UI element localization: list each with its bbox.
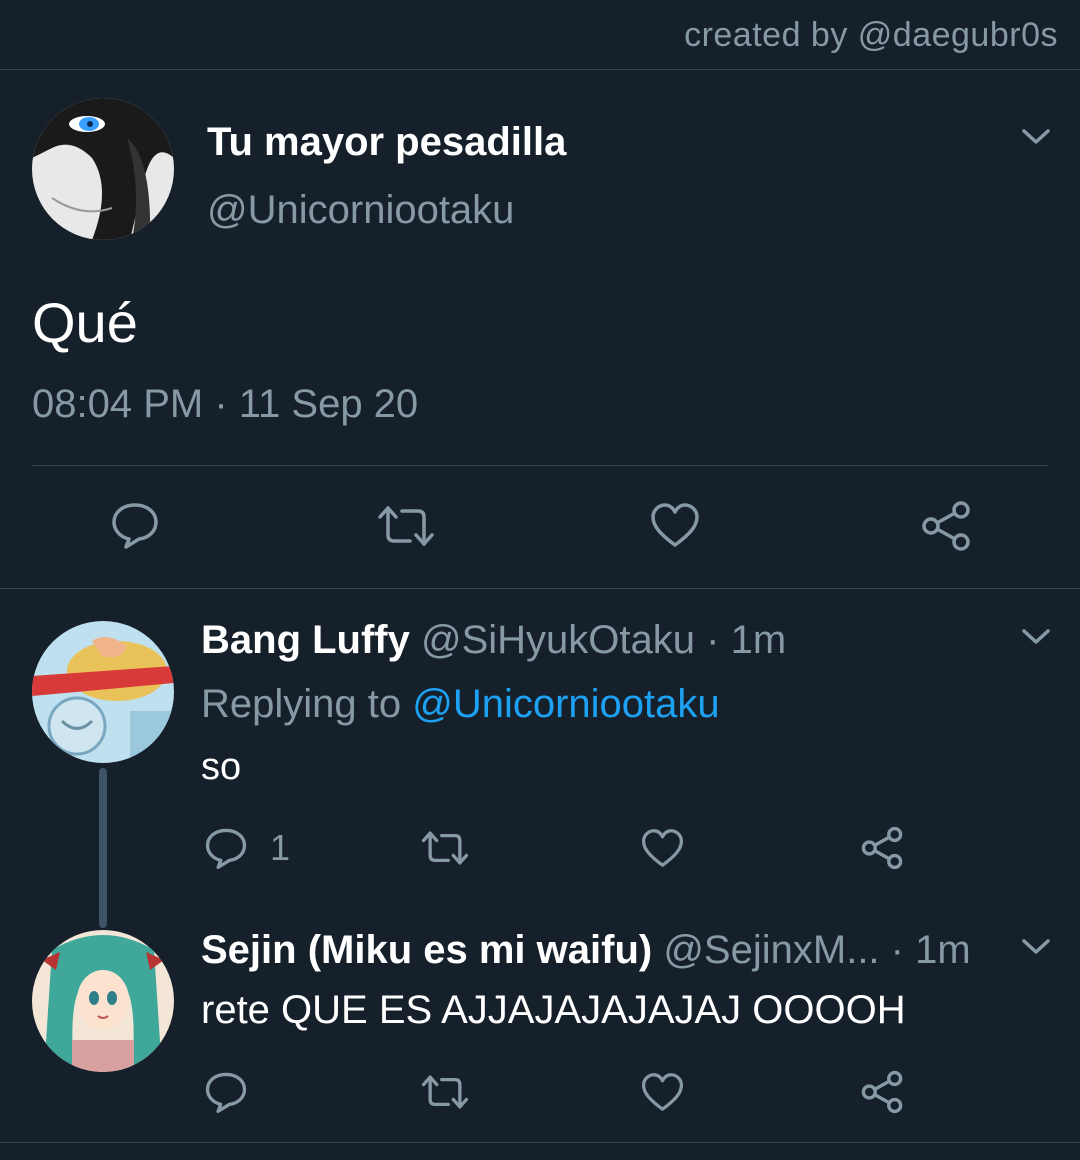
- retweet-icon: [421, 1075, 469, 1109]
- reply-header: Sejin (Miku es mi waifu) @SejinxM... · 1…: [201, 928, 971, 973]
- like-button[interactable]: [650, 502, 700, 548]
- replying-to-link[interactable]: @Unicorniootaku: [412, 682, 719, 726]
- like-button[interactable]: [641, 828, 684, 868]
- like-icon: [641, 1073, 684, 1111]
- replying-prefix: Replying to: [201, 682, 413, 726]
- like-button[interactable]: [641, 1072, 684, 1112]
- thread-line: [99, 768, 107, 928]
- retweet-button[interactable]: [420, 829, 470, 867]
- replying-to-line: Replying to @Unicorniootaku: [201, 682, 720, 727]
- like-icon: [651, 503, 699, 547]
- credit-text: created by @daegubr0s: [684, 16, 1058, 54]
- reply-button[interactable]: 1: [204, 826, 290, 870]
- reply-text: so: [201, 746, 242, 788]
- reply-icon: [205, 828, 247, 870]
- bottom-divider: [0, 1142, 1080, 1143]
- reply-icon: [205, 1072, 247, 1114]
- main-tweet-avatar[interactable]: [32, 98, 174, 240]
- reply-avatar[interactable]: [32, 621, 174, 763]
- main-tweet-timestamp: 08:04 PM · 11 Sep 20: [32, 382, 419, 426]
- retweet-icon: [421, 831, 469, 865]
- main-tweet-divider: [32, 465, 1048, 466]
- retweet-icon: [378, 506, 434, 546]
- share-button[interactable]: [920, 500, 972, 552]
- main-tweet-display-name[interactable]: Tu mayor pesadilla: [207, 120, 566, 165]
- chevron-down-icon[interactable]: [1016, 122, 1056, 152]
- reply-count: 1: [270, 827, 291, 868]
- reply-icon: [112, 503, 158, 549]
- section-divider: [0, 588, 1080, 589]
- like-icon: [641, 829, 684, 867]
- main-tweet-text: Qué: [32, 291, 138, 354]
- chevron-down-icon[interactable]: [1016, 932, 1056, 962]
- chevron-down-icon[interactable]: [1016, 622, 1056, 652]
- retweet-button[interactable]: [420, 1073, 470, 1111]
- reply-handle-time[interactable]: @SiHyukOtaku · 1m: [421, 618, 786, 662]
- reply-text: rete QUE ES AJJAJAJAJAJAJ OOOOH: [201, 988, 906, 1032]
- share-icon: [861, 1070, 903, 1114]
- top-bar: created by @daegubr0s: [0, 0, 1080, 70]
- reply-display-name[interactable]: Sejin (Miku es mi waifu): [201, 928, 652, 972]
- share-button[interactable]: [860, 826, 904, 870]
- reply-button[interactable]: [204, 1070, 270, 1114]
- reply-button[interactable]: [110, 500, 160, 550]
- reply-avatar[interactable]: [32, 930, 174, 1072]
- reply-display-name[interactable]: Bang Luffy: [201, 618, 410, 662]
- main-tweet-handle[interactable]: @Unicorniootaku: [207, 188, 514, 233]
- share-icon: [922, 501, 970, 551]
- reply-handle-time[interactable]: @SejinxM... · 1m: [663, 928, 970, 972]
- retweet-button[interactable]: [376, 503, 436, 549]
- reply-header: Bang Luffy @SiHyukOtaku · 1m: [201, 618, 786, 663]
- share-button[interactable]: [860, 1070, 904, 1114]
- share-icon: [861, 826, 903, 870]
